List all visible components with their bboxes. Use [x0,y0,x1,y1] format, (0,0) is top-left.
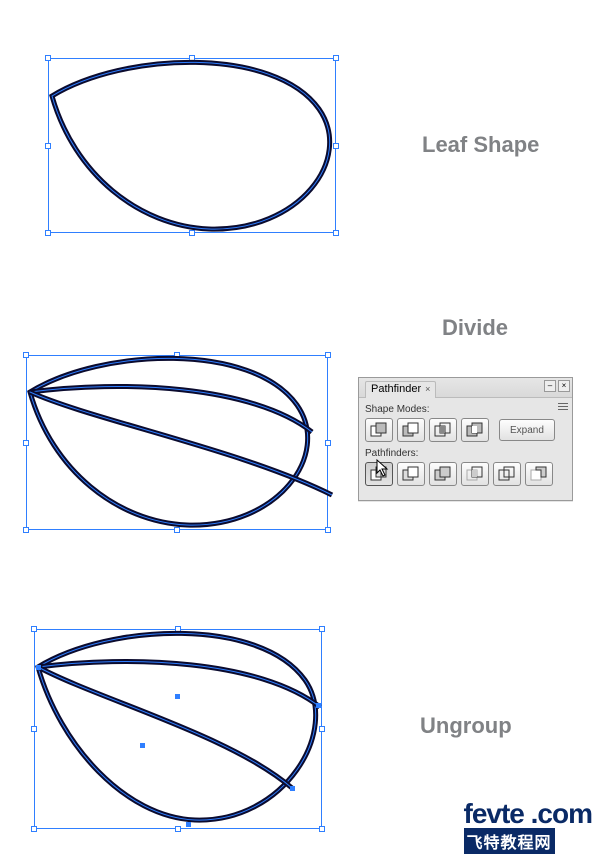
expand-button[interactable]: Expand [499,419,555,441]
crop-icon [466,466,484,482]
anchor-point[interactable] [186,822,191,827]
outline-button[interactable] [493,462,521,486]
minus-back-button[interactable] [525,462,553,486]
leaf-shape-2[interactable] [22,350,342,540]
watermark-line2: 飞特教程网 [464,828,555,854]
close-tab-icon[interactable]: × [425,385,430,394]
anchor-point[interactable] [316,703,321,708]
step-label-1: Leaf Shape [422,132,539,158]
close-panel-icon[interactable]: × [558,380,570,392]
exclude-button[interactable] [461,418,489,442]
anchor-point[interactable] [290,786,295,791]
cursor-icon [376,459,390,477]
panel-tab[interactable]: Pathfinder × [365,381,436,398]
pathfinders-row [365,462,566,486]
shape-modes-row: Expand [365,418,566,442]
leaf-shape-1[interactable] [44,54,344,239]
leaf-shape-3[interactable] [30,625,330,835]
shape-modes-label: Shape Modes: [365,404,566,415]
trim-button[interactable] [397,462,425,486]
anchor-point[interactable] [36,665,41,670]
minus-front-icon [402,422,420,438]
pathfinders-label: Pathfinders: [365,448,566,459]
step-label-2: Divide [442,315,508,341]
outline-icon [498,466,516,482]
exclude-icon [466,422,484,438]
panel-title: Pathfinder [371,383,421,395]
minus-back-icon [530,466,548,482]
panel-menu-icon[interactable] [556,399,570,413]
pathfinder-panel[interactable]: Pathfinder × – × Shape Modes: Expand Pat… [358,377,573,501]
anchor-point[interactable] [175,694,180,699]
crop-button[interactable] [461,462,489,486]
panel-body: Shape Modes: Expand Pathfinders: [359,398,572,500]
intersect-button[interactable] [429,418,457,442]
minus-front-button[interactable] [397,418,425,442]
anchor-point[interactable] [140,743,145,748]
panel-titlebar[interactable]: Pathfinder × – × [359,378,572,398]
intersect-icon [434,422,452,438]
watermark-line1: fevte .com [464,798,593,830]
merge-button[interactable] [429,462,457,486]
unite-icon [370,422,388,438]
minimize-icon[interactable]: – [544,380,556,392]
merge-icon [434,466,452,482]
unite-button[interactable] [365,418,393,442]
watermark: fevte .com 飞特教程网 [464,798,593,854]
trim-icon [402,466,420,482]
step-label-3: Ungroup [420,713,512,739]
